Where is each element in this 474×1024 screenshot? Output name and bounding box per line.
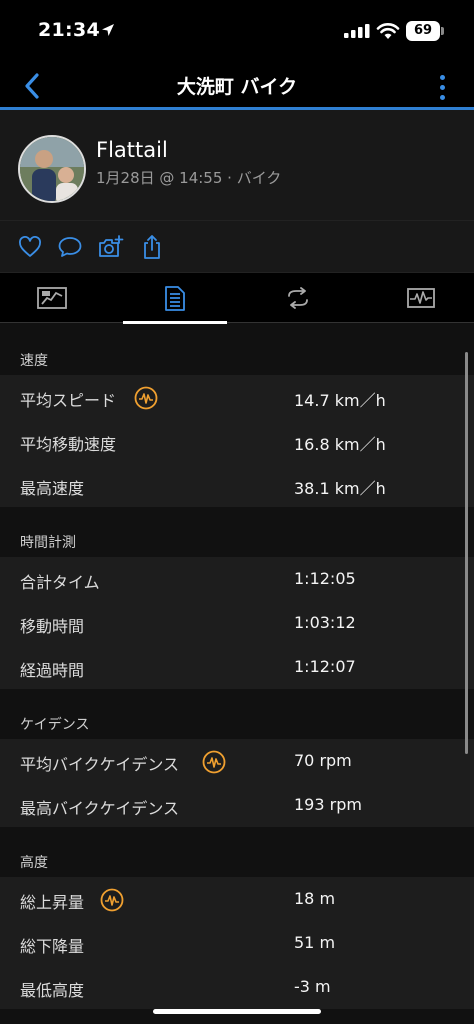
activity-header: Flattail 1月28日 @ 14:55 · バイク [0, 110, 474, 221]
tab-laps[interactable] [246, 273, 350, 323]
more-dot-icon [439, 94, 445, 100]
status-bar: 21:34 69 [0, 0, 474, 62]
stat-label: 平均バイクケイデンス [20, 755, 180, 774]
stat-row: 総下降量 51 m [0, 921, 474, 965]
waveform-icon [407, 288, 435, 308]
action-row [0, 221, 474, 273]
more-dot-icon [439, 74, 445, 80]
page-title: 大洗町 バイク [176, 76, 298, 98]
stat-label: 総上昇量 [20, 893, 85, 912]
location-arrow-icon [102, 24, 114, 36]
nav-bar: 大洗町 バイク [0, 62, 474, 110]
stat-label: 移動時間 [20, 617, 85, 636]
more-options-button[interactable] [430, 70, 454, 104]
comment-button[interactable] [56, 233, 84, 261]
activity-badge-icon[interactable] [100, 888, 124, 912]
avatar-photo [20, 137, 84, 201]
stat-label: 平均移動速度 [20, 435, 117, 454]
laps-icon [288, 287, 308, 309]
stat-value: 70 rpm [294, 751, 352, 770]
stat-value: 1:12:07 [294, 657, 356, 676]
stat-row: 総上昇量 18 m [0, 877, 474, 921]
add-photo-icon [99, 235, 124, 257]
section-header-elevation: 高度 [0, 827, 474, 877]
stat-value: 51 m [294, 933, 336, 952]
section-elevation: 総上昇量 18 m 総下降量 51 m 最低高度 -3 m [0, 877, 474, 1009]
list-icon [165, 286, 185, 311]
stat-value: 1:12:05 [294, 569, 356, 588]
stat-value: 38.1 km／h [294, 479, 386, 498]
section-speed: 平均スピード 14.7 km／h 平均移動速度 16.8 km／h 最高速度 3… [0, 375, 474, 507]
stat-label: 経過時間 [20, 661, 85, 680]
stat-value: 14.7 km／h [294, 391, 386, 410]
section-cadence: 平均バイクケイデンス 70 rpm 最高バイクケイデンス 193 rpm [0, 739, 474, 827]
stat-value: -3 m [294, 977, 331, 996]
user-name[interactable]: Flattail [96, 138, 168, 162]
cellular-signal-icon [344, 24, 370, 38]
battery-tip [441, 27, 444, 35]
stat-row: 平均スピード 14.7 km／h [0, 375, 474, 419]
stat-row: 合計タイム 1:12:05 [0, 557, 474, 601]
stat-label: 総下降量 [20, 937, 85, 956]
battery-indicator: 69 [406, 21, 440, 41]
like-button[interactable] [16, 233, 44, 261]
stat-label: 最高バイクケイデンス [20, 799, 180, 818]
stat-row: 経過時間 1:12:07 [0, 645, 474, 689]
activity-tabs [0, 273, 474, 324]
stat-row: 平均移動速度 16.8 km／h [0, 419, 474, 463]
stat-row: 平均バイクケイデンス 70 rpm [0, 739, 474, 783]
stat-label: 平均スピード [20, 391, 117, 410]
activity-badge-icon[interactable] [134, 386, 158, 410]
status-time: 21:34 [38, 19, 100, 41]
activity-badge-icon[interactable] [202, 750, 226, 774]
stat-value: 193 rpm [294, 795, 362, 814]
stat-row: 最低高度 -3 m [0, 965, 474, 1009]
stat-row: 移動時間 1:03:12 [0, 601, 474, 645]
stat-row: 最高バイクケイデンス 193 rpm [0, 783, 474, 827]
stats-list[interactable]: 速度 平均スピード 14.7 km／h 平均移動速度 16.8 km／h 最高速… [0, 325, 474, 1024]
comment-icon [58, 237, 82, 257]
tab-stats[interactable] [123, 273, 227, 324]
section-header-timing: 時間計測 [0, 507, 474, 557]
map-chart-icon [37, 287, 67, 309]
more-dot-icon [439, 84, 445, 90]
heart-icon [19, 236, 41, 257]
section-timing: 合計タイム 1:12:05 移動時間 1:03:12 経過時間 1:12:07 [0, 557, 474, 689]
scrollbar[interactable] [465, 352, 468, 754]
home-indicator[interactable] [153, 1009, 321, 1014]
avatar[interactable] [18, 135, 86, 203]
add-photo-button[interactable] [97, 233, 125, 261]
stat-value: 18 m [294, 889, 336, 908]
stat-label: 最低高度 [20, 981, 85, 1000]
tab-charts[interactable] [369, 273, 473, 323]
section-header-speed: 速度 [0, 325, 474, 375]
stat-value: 16.8 km／h [294, 435, 386, 454]
stat-label: 合計タイム [20, 573, 100, 592]
stat-label: 最高速度 [20, 479, 85, 498]
activity-date-type: 1月28日 @ 14:55 · バイク [96, 169, 282, 187]
stat-value: 1:03:12 [294, 613, 356, 632]
wifi-icon [376, 23, 400, 39]
share-icon [144, 235, 160, 259]
share-button[interactable] [138, 233, 166, 261]
tab-overview[interactable] [0, 273, 104, 323]
section-header-cadence: ケイデンス [0, 689, 474, 739]
stat-row: 最高速度 38.1 km／h [0, 463, 474, 507]
